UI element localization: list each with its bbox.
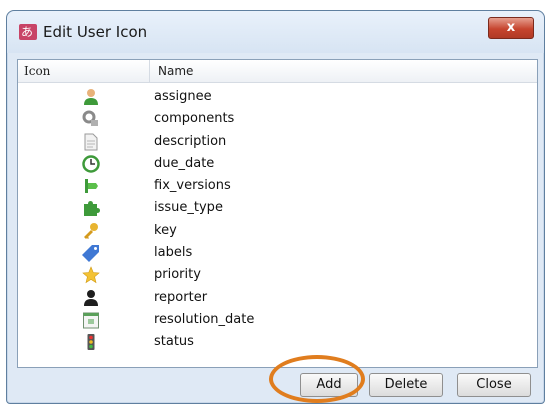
reporter-person-icon <box>84 289 98 306</box>
window-close-button[interactable]: x <box>488 17 534 39</box>
puzzle-icon <box>84 201 100 217</box>
column-header-icon[interactable]: Icon <box>24 64 50 78</box>
star-icon <box>82 266 100 284</box>
clock-icon <box>82 155 100 173</box>
list-item-name: assignee <box>154 89 212 104</box>
close-icon: x <box>506 20 516 35</box>
icon-list[interactable]: Icon Name assignee components descriptio… <box>17 59 538 368</box>
window-title: Edit User Icon <box>43 23 148 41</box>
components-icon <box>82 110 98 127</box>
add-button-highlight-ring <box>269 355 365 403</box>
traffic-light-icon <box>87 334 95 351</box>
calendar-icon <box>83 312 99 329</box>
column-divider[interactable] <box>149 60 150 82</box>
edit-user-icon-dialog: Edit User Icon x Icon Name assignee <box>6 10 545 404</box>
list-item[interactable]: status <box>18 331 537 353</box>
list-item-name: key <box>154 222 177 238</box>
list-item[interactable]: components <box>18 108 537 130</box>
list-item-name: issue_type <box>154 200 223 216</box>
list-item-name: due_date <box>154 155 215 171</box>
list-item[interactable]: reporter <box>18 287 537 309</box>
close-button[interactable]: Close <box>457 373 531 397</box>
title-bar[interactable]: Edit User Icon x <box>7 11 544 53</box>
list-item-name: reporter <box>154 289 208 305</box>
tag-icon <box>82 245 99 263</box>
list-item-name: fix_versions <box>154 178 231 194</box>
key-icon <box>84 222 98 239</box>
list-item-name: description <box>154 133 227 149</box>
list-item[interactable]: assignee <box>18 86 537 108</box>
description-document-icon <box>84 133 98 151</box>
list-item[interactable]: priority <box>18 264 537 286</box>
column-header-name[interactable]: Name <box>158 64 193 78</box>
list-item-name: priority <box>154 267 201 283</box>
assignee-person-icon <box>84 89 98 105</box>
list-item-name: resolution_date <box>154 311 255 327</box>
list-item-name: status <box>154 334 194 350</box>
list-item-name: labels <box>154 245 193 261</box>
list-item[interactable]: due_date <box>18 153 537 175</box>
fix-versions-icon <box>85 179 98 194</box>
app-icon <box>19 24 37 40</box>
delete-button[interactable]: Delete <box>369 373 443 397</box>
list-item[interactable]: key <box>18 220 537 242</box>
list-item[interactable]: resolution_date <box>18 309 537 331</box>
list-header: Icon Name <box>18 60 537 83</box>
list-item[interactable]: issue_type <box>18 197 537 219</box>
list-item-name: components <box>154 111 235 127</box>
list-item[interactable]: fix_versions <box>18 175 537 197</box>
list-item[interactable]: description <box>18 131 537 153</box>
list-item[interactable]: labels <box>18 242 537 264</box>
